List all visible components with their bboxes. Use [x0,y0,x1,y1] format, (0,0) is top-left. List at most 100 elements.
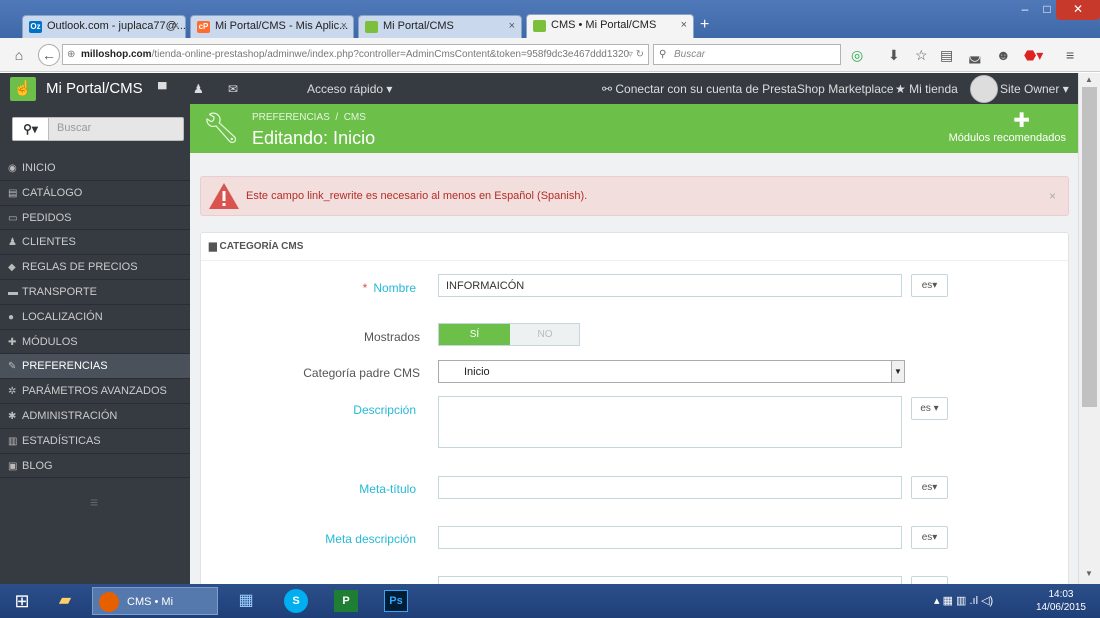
avatar[interactable] [970,75,998,103]
sidebar-search-placeholder: Buscar [57,122,92,134]
page-scrollbar[interactable]: ▲ ▼ [1078,73,1100,584]
sidebar-item-modulos[interactable]: ✚ MÓDULOS [0,330,190,355]
download-icon[interactable]: ⬇ [888,47,900,63]
breadcrumb-item[interactable]: CMS [344,112,366,123]
sidebar-item-catalogo[interactable]: ▤ CATÁLOGO [0,181,190,206]
tab-cms-active[interactable]: CMS • Mi Portal/CMS × [526,14,694,38]
windows-taskbar: ⊞ ▰ CMS • Mi Portal/... ▦ S P Ps ▴ ▦ ▥ .… [0,584,1100,618]
tab-outlook[interactable]: Oz Outlook.com - juplaca77@... × [22,15,186,38]
bookmarks-list-icon[interactable]: ▤ [940,47,953,63]
bookmark-star-icon[interactable]: ☆ [915,47,928,63]
meta-description-input[interactable] [438,526,902,549]
search-dropdown-icon[interactable]: ⚲▾ [13,118,49,140]
browser-nav-bar: ⌂ ← ⊕ milloshop.com/tienda-online-presta… [0,38,1100,72]
meta-title-input[interactable] [438,476,902,499]
toggle-yes[interactable]: SÍ [439,324,510,345]
sidebar-item-administracion[interactable]: ✱ ADMINISTRACIÓN [0,404,190,429]
adblock-icon[interactable]: ⬣▾ [1024,47,1043,63]
search-bar[interactable]: ⚲ Buscar [653,44,841,65]
sidebar-item-estadisticas[interactable]: ▥ ESTADÍSTICAS [0,429,190,454]
taskbar-firefox-window[interactable]: CMS • Mi Portal/... [92,587,218,615]
user-icon[interactable]: ♟ [193,82,204,96]
back-icon[interactable]: ← [38,44,60,66]
prestashop-icon [365,21,378,33]
name-label: * Nombre [362,281,416,295]
tab-label: Mi Portal/CMS [383,20,454,32]
system-tray-icons[interactable]: ▴ ▦ ▥ .ıl ◁) [934,587,1024,615]
envelope-icon[interactable]: ✉ [228,82,238,96]
search-icon: ⚲ [659,49,667,60]
sidebar-item-clientes[interactable]: ♟ CLIENTES [0,230,190,256]
collapse-menu-icon[interactable]: ≡ [90,494,98,510]
url-domain: milloshop.com [81,49,152,60]
tab-mi-portal[interactable]: Mi Portal/CMS × [358,15,522,38]
chevron-down-icon[interactable]: ▼ [891,361,904,382]
window-close-icon[interactable]: ✕ [1056,0,1100,20]
reload-icon[interactable]: ▿ ↻ [628,45,644,64]
admin-header: ☝ Mi Portal/CMS ▀ ♟ ✉ Acceso rápido ▾ ⚯ … [0,73,1078,104]
puzzle-icon[interactable]: ✚ [1013,108,1030,133]
language-dropdown[interactable]: es▾ [911,274,948,297]
lang-label: es [921,482,933,493]
description-textarea[interactable] [438,396,902,448]
quick-access-menu[interactable]: Acceso rápido ▾ [307,82,392,96]
recommended-modules-link[interactable]: Módulos recomendados [949,132,1066,144]
menu-icon[interactable]: ≡ [1066,47,1074,63]
sidebar-item-transporte[interactable]: ▬ TRANSPORTE [0,280,190,305]
warning-icon [209,183,239,209]
sidebar-item-localizacion[interactable]: ● LOCALIZACIÓN [0,305,190,330]
skype-icon[interactable]: S [284,589,308,613]
user-menu[interactable]: Site Owner ▾ [1000,82,1069,96]
new-tab-icon[interactable]: + [700,16,709,34]
notes-icon[interactable]: ▦ [232,587,260,615]
my-shop-link[interactable]: ★ Mi tienda [895,82,958,96]
sidebar-item-reglas-de-precios[interactable]: ◆ REGLAS DE PRECIOS [0,255,190,280]
language-dropdown[interactable]: es ▾ [911,397,948,420]
scroll-down-icon[interactable]: ▼ [1085,569,1093,578]
language-dropdown[interactable]: es▾ [911,526,948,549]
cpanel-icon: cP [197,21,210,33]
home-icon[interactable]: ⌂ [8,45,30,65]
close-icon[interactable]: × [1049,189,1056,203]
extension-icon[interactable]: ◎ [851,47,863,63]
brand-name[interactable]: Mi Portal/CMS [46,80,143,97]
close-icon[interactable]: × [509,20,515,32]
publisher-icon[interactable]: P [334,590,358,612]
system-clock[interactable]: 14:03 14/06/2015 [1036,588,1086,614]
sidebar-item-blog[interactable]: ▣ BLOG [0,454,190,479]
cart-icon[interactable]: ▀ [158,82,167,96]
close-icon[interactable]: × [681,19,687,31]
truck-icon: ▬ [8,286,18,298]
pocket-icon[interactable]: ◛ [968,47,982,63]
alert-message: Este campo link_rewrite es necesario al … [246,190,588,202]
sidebar-item-label: PEDIDOS [22,211,72,224]
sidebar-item-inicio[interactable]: ◉ INICIO [0,156,190,181]
panel-title-text: CATEGORÍA CMS [219,241,304,252]
url-bar[interactable]: ⊕ milloshop.com/tienda-online-prestashop… [62,44,649,65]
sidebar-search[interactable]: ⚲▾ Buscar [12,117,184,141]
name-input[interactable]: INFORMAICÓN [438,274,902,297]
meta-description-label: Meta descripción [325,532,416,546]
dashboard-icon: ◉ [8,163,17,174]
clock-time: 14:03 [1048,589,1074,600]
chat-icon[interactable]: ☻ [996,47,1011,63]
marketplace-link[interactable]: ⚯ Conectar con su cuenta de PrestaShop M… [602,82,894,96]
toggle-no[interactable]: NO [510,324,580,345]
parent-category-select[interactable]: Inicio ▼ [438,360,905,383]
scrollbar-thumb[interactable] [1082,87,1097,407]
breadcrumb-item[interactable]: PREFERENCIAS [252,112,330,123]
tab-mis-aplicaciones[interactable]: cP Mi Portal/CMS - Mis Aplic... × [190,15,354,38]
close-icon[interactable]: × [341,20,347,32]
close-icon[interactable]: × [173,20,179,32]
shown-toggle[interactable]: SÍ NO [438,323,580,346]
photoshop-icon[interactable]: Ps [384,590,408,612]
sidebar-item-pedidos[interactable]: ▭ PEDIDOS [0,206,190,231]
cursor-hand-icon[interactable]: ☝ [10,77,36,101]
scroll-up-icon[interactable]: ▲ [1085,75,1093,84]
explorer-folder-icon[interactable]: ▰ [50,587,80,615]
language-dropdown[interactable]: es▾ [911,476,948,499]
windows-start-icon[interactable]: ⊞ [8,587,36,615]
sidebar-item-parametros-avanzados[interactable]: ✲ PARÁMETROS AVANZADOS [0,379,190,404]
main-content: 🔧︎ PREFERENCIAS / CMS Editando: Inicio ✚… [190,104,1078,592]
sidebar-item-preferencias[interactable]: ✎ PREFERENCIAS [0,354,190,380]
